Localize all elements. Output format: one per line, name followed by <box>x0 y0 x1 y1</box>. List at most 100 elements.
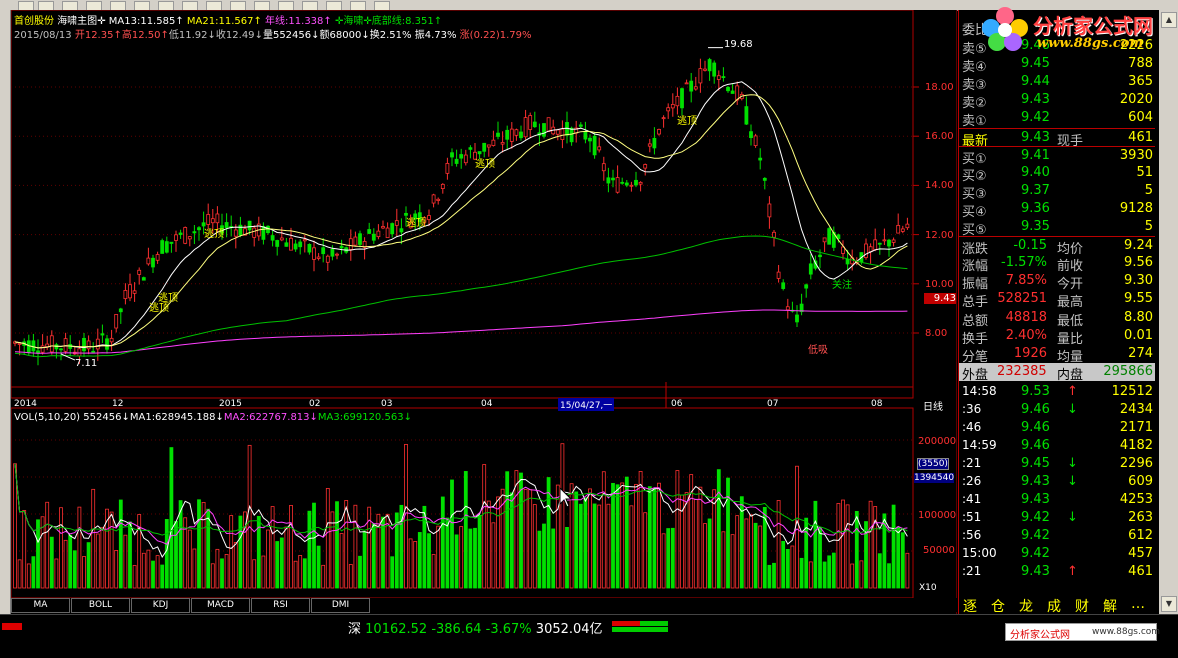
stat-row: 涨跌 -0.15 均价 9.24 <box>959 236 1155 257</box>
tick-row[interactable]: 14:59 9.46 4182 <box>959 437 1155 455</box>
watermark-title: 分析家公式网 <box>1010 630 1070 641</box>
volume-bar <box>601 471 606 589</box>
index-percent: -3.67% <box>485 622 532 637</box>
bottom-tab[interactable]: 解 <box>1103 596 1117 616</box>
candle-body <box>546 117 551 132</box>
scroll-down-icon[interactable]: ▼ <box>1161 596 1177 612</box>
tab-kdj[interactable]: KDJ <box>131 598 190 613</box>
bottom-tab[interactable]: 龙 <box>1019 596 1033 616</box>
candle-body <box>684 82 689 85</box>
candle-body <box>877 242 882 245</box>
hand-value: 461 <box>1128 129 1153 145</box>
tick-time: :36 <box>962 401 982 416</box>
buy-level-price: 9.37 <box>1021 182 1050 198</box>
candle-body <box>40 345 45 353</box>
buy-level-row[interactable]: 买② 9.40 51 <box>959 164 1155 184</box>
tick-time: :26 <box>962 473 982 488</box>
bottom-tab[interactable]: … <box>1131 596 1145 612</box>
volume-bar <box>408 538 413 589</box>
volume-bar <box>716 469 721 589</box>
candle-body <box>266 225 270 234</box>
sell-level-row[interactable]: 卖③ 9.44 365 <box>959 73 1155 93</box>
buy-level-row[interactable]: 买③ 9.37 5 <box>959 182 1155 202</box>
candle-body <box>776 271 781 279</box>
candle-body <box>394 220 399 226</box>
tab-rsi[interactable]: RSI <box>251 598 310 613</box>
buy-level-row[interactable]: 买④ 9.36 9128 <box>959 200 1155 220</box>
tick-row[interactable]: :21 9.45 ↓ 2296 <box>959 455 1155 473</box>
watch-marker: 关注 <box>832 280 852 291</box>
bottom-tab[interactable]: 成 <box>1047 596 1061 616</box>
sell-level-row[interactable]: 卖② 9.43 2020 <box>959 91 1155 111</box>
chart-panel[interactable]: 首创股份 海啸主图✛ MA13:11.585↑ MA21:11.567↑ 年线:… <box>11 10 957 614</box>
volume-bar <box>749 514 753 589</box>
tab-boll[interactable]: BOLL <box>71 598 130 613</box>
tick-row[interactable]: :36 9.46 ↓ 2434 <box>959 401 1155 419</box>
stat-value: 7.85% <box>1005 273 1047 289</box>
volume-bar <box>735 515 740 589</box>
stat-value: 9.30 <box>1124 273 1153 289</box>
low-pointer <box>60 353 76 361</box>
stat-value: 48818 <box>1005 309 1047 325</box>
volume-bar <box>293 560 298 589</box>
volume-bar <box>887 563 891 589</box>
breadth-bar <box>2 623 22 630</box>
tick-time: :41 <box>962 491 982 506</box>
volume-bar <box>233 542 238 589</box>
tab-dmi[interactable]: DMI <box>311 598 370 613</box>
decline-bar <box>640 621 668 626</box>
tick-row[interactable]: :21 9.43 ↑ 461 <box>959 563 1155 581</box>
stat-row: 分笔 1926 均量 274 <box>959 345 1155 365</box>
volume-bar <box>514 470 519 589</box>
sell-level-row[interactable]: 卖④ 9.45 788 <box>959 55 1155 75</box>
volume-bar <box>551 528 556 589</box>
tick-volume: 457 <box>1128 545 1153 561</box>
candle-body <box>735 85 740 101</box>
down-arrow-icon: ↓ <box>207 30 216 41</box>
candle-body <box>468 147 473 150</box>
candle-body <box>109 337 114 343</box>
buy-level-row[interactable]: 买⑤ 9.35 5 <box>959 218 1155 238</box>
volume-bar <box>758 525 763 589</box>
date-label: 07 <box>767 399 779 409</box>
period-label[interactable]: 日线 <box>923 398 943 413</box>
buy-level-row[interactable]: 买① 9.41 3930 <box>959 145 1155 167</box>
candle-body <box>578 124 583 127</box>
bottom-tab[interactable]: 仓 <box>991 596 1005 616</box>
volume-bar <box>785 549 790 589</box>
volume-bar <box>482 464 487 589</box>
tick-row[interactable]: :56 9.42 612 <box>959 527 1155 545</box>
tick-row[interactable]: :41 9.43 4253 <box>959 491 1155 509</box>
volume-bar <box>436 525 441 589</box>
volume-bar <box>831 552 836 589</box>
tick-time: 15:00 <box>962 545 997 560</box>
candle-body <box>376 230 381 238</box>
tick-row[interactable]: :51 9.42 ↓ 263 <box>959 509 1155 527</box>
bottom-tab[interactable]: 财 <box>1075 596 1089 616</box>
scrollbar[interactable]: ▲ ▼ <box>1159 10 1178 614</box>
volume-bar <box>629 505 634 589</box>
stat-value: 9.24 <box>1124 238 1153 254</box>
low-annotation: 7.11 <box>75 358 98 369</box>
candle-body <box>293 243 298 250</box>
tick-row[interactable]: :46 9.46 2171 <box>959 419 1155 437</box>
volume-bar <box>86 542 91 589</box>
tick-row[interactable]: 14:58 9.53 ↑ 12512 <box>959 383 1155 401</box>
tab-ma[interactable]: MA <box>11 598 70 613</box>
tab-macd[interactable]: MACD <box>191 598 250 613</box>
volume-bar <box>532 504 537 589</box>
sell-level-row[interactable]: 卖① 9.42 604 <box>959 109 1155 129</box>
down-arrow-icon: ↓ <box>1067 509 1078 525</box>
candle-body <box>638 181 643 185</box>
volume-bar <box>473 527 477 589</box>
candle-body <box>247 220 252 231</box>
candle-body <box>307 243 312 253</box>
index-readout[interactable]: 深 10162.52 -386.64 -3.67% 3052.04亿 <box>348 618 603 637</box>
bottom-tab[interactable]: 逐 <box>963 596 977 616</box>
tick-row[interactable]: :26 9.43 ↓ 609 <box>959 473 1155 491</box>
candle-body <box>252 227 257 238</box>
volume-bar <box>417 532 422 589</box>
tick-row[interactable]: 15:00 9.42 457 <box>959 545 1155 563</box>
candle-body <box>753 135 758 146</box>
candle-body <box>749 131 753 139</box>
